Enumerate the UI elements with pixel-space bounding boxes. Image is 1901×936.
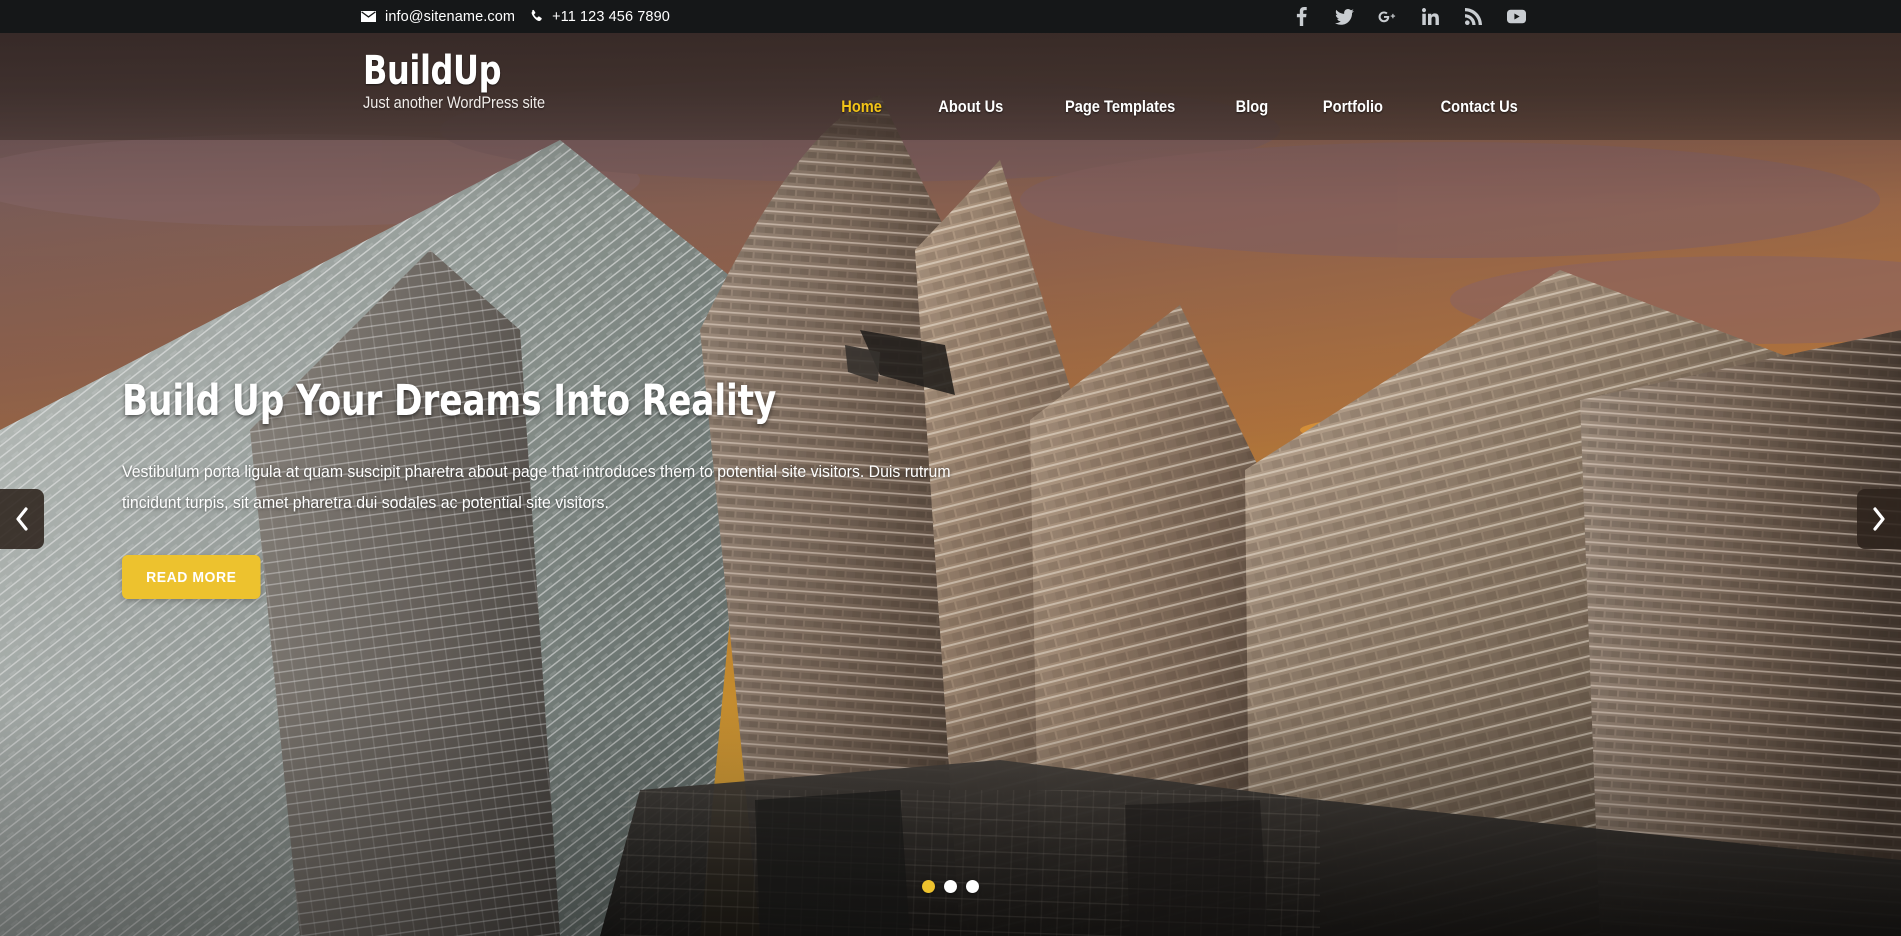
slider-pagination [0,880,1901,893]
site-title: BuildUp [363,48,502,94]
nav-item-home[interactable]: Home [820,97,902,117]
slider-dot-1[interactable] [922,880,935,893]
social-links [1292,0,1526,33]
linkedin-icon[interactable] [1421,7,1440,26]
rss-icon[interactable] [1464,7,1483,26]
phone-text: +11 123 456 7890 [552,8,670,25]
phone-icon [529,9,544,24]
google-plus-icon[interactable] [1378,7,1397,26]
slider-dot-2[interactable] [944,880,957,893]
site-branding[interactable]: BuildUp Just another WordPress site [363,49,570,113]
phone-contact[interactable]: +11 123 456 7890 [529,9,670,25]
hero-description: Vestibulum porta ligula at quam suscipit… [122,463,951,512]
slider-next-button[interactable] [1857,489,1901,549]
email-text: info@sitename.com [385,8,516,25]
main-navigation: Home About Us Page Templates Blog Portfo… [814,97,1526,117]
read-more-button[interactable]: READ MORE [122,555,261,599]
site-header: BuildUp Just another WordPress site Home… [0,33,1901,140]
nav-item-portfolio[interactable]: Portfolio [1303,97,1404,117]
slider-dot-3[interactable] [966,880,979,893]
topbar-contact-info: info@sitename.com +11 123 456 7890 [360,0,670,33]
twitter-icon[interactable] [1335,7,1354,26]
nav-item-page-templates[interactable]: Page Templates [1045,97,1197,117]
envelope-icon [360,10,377,23]
facebook-icon[interactable] [1292,7,1311,26]
nav-item-blog[interactable]: Blog [1215,97,1289,117]
youtube-icon[interactable] [1507,7,1526,26]
hero-caption: Build Up Your Dreams Into Reality Vestib… [122,375,1052,599]
nav-item-about-us[interactable]: About Us [918,97,1024,117]
chevron-right-icon [1871,506,1887,532]
top-bar: info@sitename.com +11 123 456 7890 [0,0,1901,33]
site-tagline: Just another WordPress site [363,94,546,112]
email-contact[interactable]: info@sitename.com [360,9,515,25]
nav-item-contact-us[interactable]: Contact Us [1420,97,1518,117]
chevron-left-icon [14,506,30,532]
hero-title: Build Up Your Dreams Into Reality [122,376,777,426]
slider-prev-button[interactable] [0,489,44,549]
